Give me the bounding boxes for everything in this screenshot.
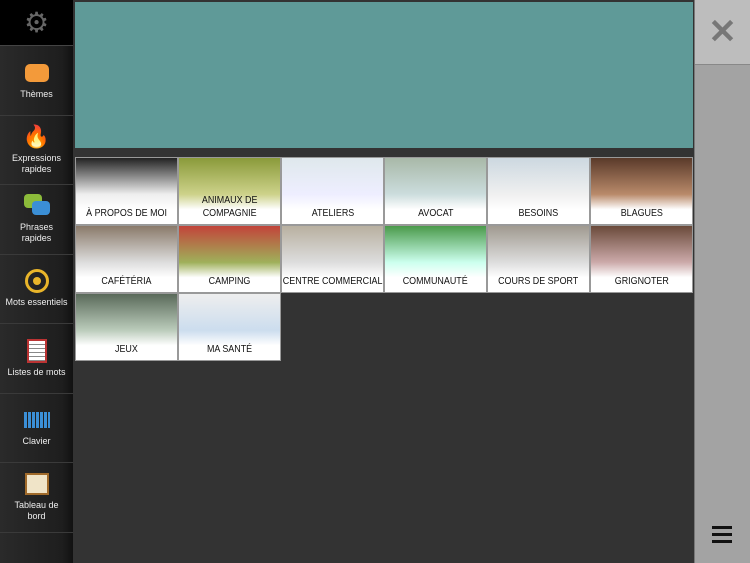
theme-grid: À PROPOS DE MOI ANIMAUX DE COMPAGNIE ATELI… xyxy=(75,157,693,361)
sidebar-item-listes[interactable]: Listes de mots xyxy=(0,324,73,394)
flame-icon: 🔥 xyxy=(22,124,51,150)
sidebar-item-expressions[interactable]: 🔥 Expressions rapides xyxy=(0,116,73,185)
theme-tile[interactable]: CENTRE COMMERCIAL xyxy=(281,225,384,293)
theme-tile[interactable]: ANIMAUX DE COMPAGNIE xyxy=(178,157,281,225)
tile-label: BLAGUES xyxy=(620,207,663,219)
notepad-icon xyxy=(24,338,50,363)
target-icon xyxy=(24,269,50,294)
close-icon: ✕ xyxy=(708,13,737,51)
tile-label: BESOINS xyxy=(518,207,559,219)
message-display[interactable] xyxy=(75,2,693,148)
theme-tile[interactable]: ATELIERS xyxy=(281,157,384,225)
tile-label: GRIGNOTER xyxy=(614,275,669,287)
theme-tile[interactable]: JEUX xyxy=(75,293,178,361)
sidebar-item-themes[interactable]: Thèmes xyxy=(0,46,73,116)
theme-tile[interactable]: BESOINS xyxy=(487,157,590,225)
sidebar-item-clavier[interactable]: Clavier xyxy=(0,394,73,463)
theme-tile[interactable]: COURS DE SPORT xyxy=(487,225,590,293)
theme-tile[interactable]: CAFÉTÉRIA xyxy=(75,225,178,293)
sidebar: ⚙ Thèmes 🔥 Expressions rapides Phrases r… xyxy=(0,0,73,563)
tile-label: ANIMAUX DE COMPAGNIE xyxy=(201,194,258,219)
close-button[interactable]: ✕ xyxy=(695,0,750,65)
theme-tile[interactable]: MA SANTÉ xyxy=(178,293,281,361)
keyboard-icon xyxy=(23,408,50,432)
tile-label: AVOCAT xyxy=(417,207,454,219)
speech-bubble-icon xyxy=(24,61,50,85)
tile-label: COMMUNAUTÉ xyxy=(403,275,468,287)
tile-label: CAFÉTÉRIA xyxy=(101,275,152,287)
theme-tile[interactable]: GRIGNOTER xyxy=(590,225,693,293)
tile-label: ATELIERS xyxy=(311,207,354,219)
sidebar-item-mots-essentiels[interactable]: Mots essentiels xyxy=(0,255,73,324)
tile-label: COURS DE SPORT xyxy=(498,275,579,287)
tile-label: CAMPING xyxy=(208,275,251,287)
gear-icon: ⚙ xyxy=(23,7,50,38)
theme-tile[interactable]: À PROPOS DE MOI xyxy=(75,157,178,225)
tile-label: MA SANTÉ xyxy=(206,343,253,355)
theme-tile[interactable]: CAMPING xyxy=(178,225,281,293)
right-panel: ✕ xyxy=(694,0,750,563)
tile-label: À PROPOS DE MOI xyxy=(86,207,167,219)
theme-tile[interactable]: AVOCAT xyxy=(384,157,487,225)
tile-label: JEUX xyxy=(115,343,138,355)
tile-label: CENTRE COMMERCIAL xyxy=(282,275,383,287)
sidebar-item-tableau[interactable]: Tableau de bord xyxy=(0,463,73,533)
menu-icon xyxy=(712,526,732,529)
theme-tile[interactable]: BLAGUES xyxy=(590,157,693,225)
settings-button[interactable]: ⚙ xyxy=(0,0,73,46)
theme-tile[interactable]: COMMUNAUTÉ xyxy=(384,225,487,293)
board-icon xyxy=(24,472,50,496)
menu-button[interactable] xyxy=(712,526,732,547)
sidebar-item-phrases[interactable]: Phrases rapides xyxy=(0,185,73,255)
chat-bubbles-icon xyxy=(23,194,50,218)
